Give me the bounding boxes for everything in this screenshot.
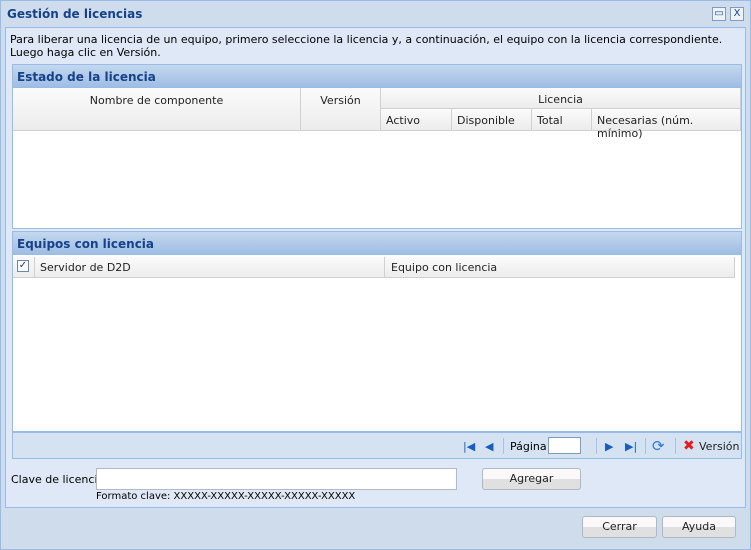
col-licensed-machine[interactable]: Equipo con licencia [385,257,735,278]
key-format-hint: Formato clave: XXXXX-XXXXX-XXXXX-XXXXX-X… [96,491,356,502]
close-button[interactable]: Cerrar [582,516,657,538]
pager-toolbar: |◀ ◀ Página ▶ ▶| ⟳ ✖ Versión [12,432,742,459]
release-icon[interactable]: ✖ [683,438,695,454]
page-input[interactable] [548,437,581,454]
instructions-text: Para liberar una licencia de un equipo, … [10,33,723,59]
license-key-input[interactable] [96,468,457,490]
prev-page-icon[interactable]: ◀ [485,440,493,453]
licensed-machines-grid: ✓ Servidor de D2D Equipo con licencia [12,255,742,432]
col-total[interactable]: Total [532,109,592,131]
col-version[interactable]: Versión [301,88,381,131]
col-d2d-server[interactable]: Servidor de D2D [35,257,385,278]
release-button[interactable]: Versión [699,440,739,453]
col-component[interactable]: Nombre de componente [13,88,301,131]
first-page-icon[interactable]: |◀ [463,440,475,453]
license-key-label: Clave de licencia [11,473,105,486]
last-page-icon[interactable]: ▶| [625,440,637,453]
col-license-group: Licencia [381,88,741,109]
dialog-title: Gestión de licencias [7,7,143,21]
add-button[interactable]: Agregar [482,468,581,490]
licensed-machines-header: Equipos con licencia [12,231,742,255]
license-status-header: Estado de la licencia [12,64,742,88]
select-all-checkbox[interactable]: ✓ [13,257,35,278]
close-icon[interactable]: X [730,7,744,21]
col-available[interactable]: Disponible [452,109,532,131]
license-management-dialog: Gestión de licencias ▭ X Para liberar un… [0,0,751,550]
col-active[interactable]: Activo [381,109,452,131]
license-status-grid: Nombre de componente Versión Licencia Ac… [12,88,742,229]
page-label: Página [510,440,547,453]
col-required[interactable]: Necesarias (núm. mínimo) [592,109,741,140]
refresh-icon[interactable]: ⟳ [652,437,665,455]
help-button[interactable]: Ayuda [662,516,736,538]
next-page-icon[interactable]: ▶ [605,440,613,453]
maximize-button[interactable]: ▭ [712,7,726,21]
